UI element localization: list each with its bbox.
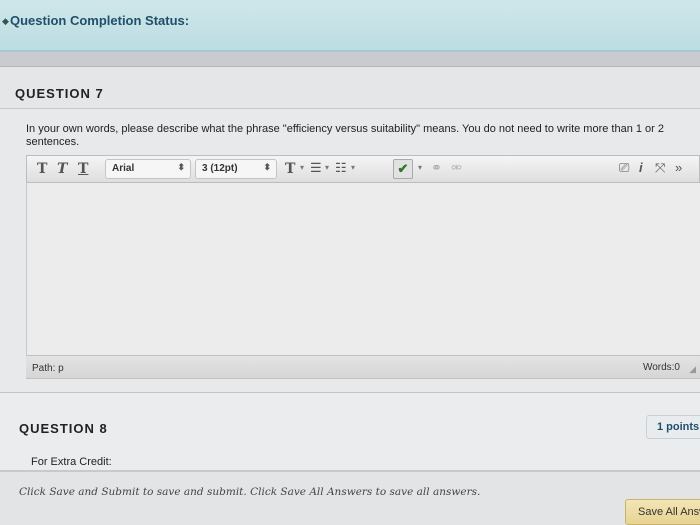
italic-text-icon[interactable]: T — [57, 161, 67, 177]
question-7-title: QUESTION 7 — [15, 86, 104, 101]
numbered-list-dropdown-icon[interactable]: ▾ — [351, 163, 355, 172]
points-badge: 1 points — [646, 415, 700, 439]
path-label: Path: p — [32, 363, 64, 374]
select-arrows-icon: ⬍ — [263, 162, 271, 172]
word-count: Words:0 — [642, 362, 680, 373]
fullscreen-icon[interactable]: ⤧ — [655, 160, 665, 176]
spellcheck-icon[interactable]: ✔ — [393, 159, 413, 179]
font-size-select[interactable]: 3 (12pt) ⬍ — [195, 159, 277, 179]
question-7-header: QUESTION 7 — [0, 67, 700, 109]
preview-icon[interactable]: ⎚ — [619, 160, 629, 176]
submit-footer: Click Save and Submit to save and submit… — [0, 472, 700, 525]
answer-text-area[interactable] — [26, 183, 700, 355]
font-family-select[interactable]: Arial ⬍ — [105, 159, 191, 179]
completion-status-title[interactable]: Question Completion Status: — [10, 13, 189, 28]
question-7-prompt: In your own words, please describe what … — [26, 123, 665, 148]
editor-toolbar: T T T Arial ⬍ 3 (12pt) ⬍ T ▾ ☰ ▾ ☷ ▾ ✔ ▾… — [26, 155, 700, 183]
font-family-value: Arial — [112, 163, 135, 174]
select-arrows-icon: ⬍ — [177, 162, 185, 172]
section-gap — [0, 52, 700, 66]
spellcheck-dropdown-icon[interactable]: ▾ — [418, 163, 422, 172]
underline-text-icon[interactable]: T — [78, 161, 88, 177]
expand-arrow-icon[interactable]: ◆ — [2, 16, 9, 27]
question-8-text: For Extra Credit: — [31, 456, 112, 468]
numbered-list-icon[interactable]: ☷ — [335, 160, 347, 176]
save-all-answers-button[interactable]: Save All Answers — [625, 499, 700, 525]
info-icon[interactable]: i — [639, 160, 643, 175]
font-size-value: 3 (12pt) — [202, 163, 238, 174]
editor-status-bar: Path: p Words:0 ◢ — [26, 355, 700, 379]
link-icon[interactable]: ⚭ — [431, 160, 442, 176]
text-color-icon[interactable]: T — [285, 161, 295, 177]
text-color-dropdown-icon[interactable]: ▾ — [300, 163, 304, 172]
question-8-title: QUESTION 8 — [19, 421, 108, 436]
expand-toolbar-icon[interactable]: » — [675, 160, 682, 175]
unlink-icon[interactable]: ⚮ — [451, 160, 462, 176]
question-7-block: QUESTION 7 In your own words, please des… — [0, 66, 700, 392]
bold-text-icon[interactable]: T — [37, 161, 47, 177]
save-instructions: Click Save and Submit to save and submit… — [19, 486, 481, 498]
resize-handle-icon[interactable]: ◢ — [689, 364, 696, 375]
bullet-list-dropdown-icon[interactable]: ▾ — [325, 163, 329, 172]
question-8-block: QUESTION 8 1 points For Extra Credit: — [0, 392, 700, 470]
completion-status-bar[interactable]: ◆ Question Completion Status: — [0, 0, 700, 52]
bullet-list-icon[interactable]: ☰ — [310, 160, 322, 176]
